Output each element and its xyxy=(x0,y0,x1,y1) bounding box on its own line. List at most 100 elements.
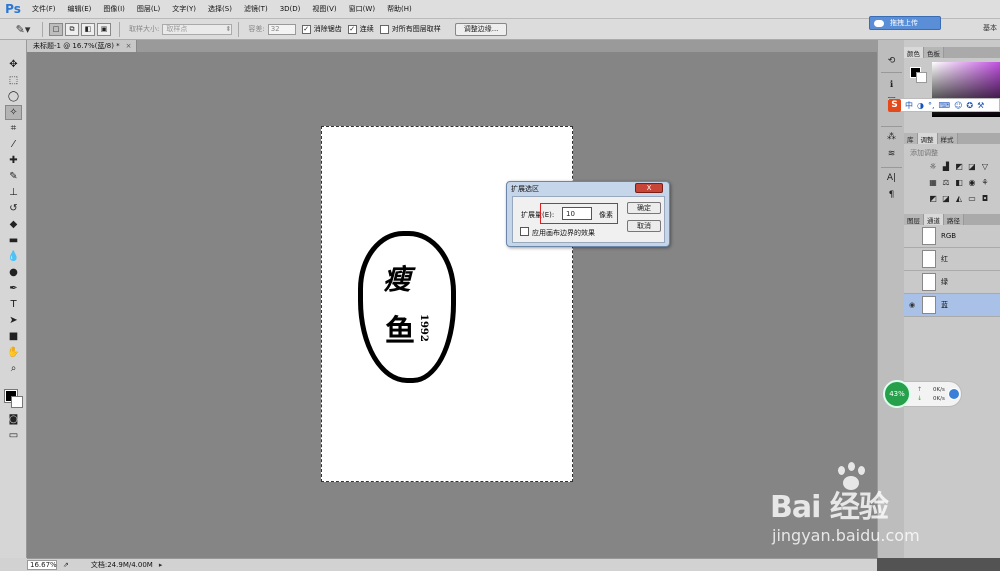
posterize-icon[interactable]: ◪ xyxy=(941,194,951,203)
clone-stamp-tool-icon[interactable]: ⊥ xyxy=(5,185,22,200)
channel-row-red[interactable]: 红 xyxy=(904,248,1000,271)
background-color-swatch[interactable] xyxy=(11,396,23,408)
user-icon[interactable]: ☺ xyxy=(954,101,962,110)
path-selection-tool-icon[interactable]: ➤ xyxy=(5,313,22,328)
close-icon[interactable]: X xyxy=(635,183,663,193)
curves-icon[interactable]: ◩ xyxy=(954,162,964,171)
document-canvas[interactable]: 瘦 鱼 1992 xyxy=(321,126,573,482)
gradient-map-icon[interactable]: ▭ xyxy=(967,194,977,203)
paragraph-icon[interactable]: ¶ xyxy=(884,188,899,202)
panel-background-swatch[interactable] xyxy=(916,72,927,83)
tolerance-input[interactable]: 32 xyxy=(267,23,296,35)
marquee-tool-icon[interactable]: ⬚ xyxy=(5,73,22,88)
magic-wand-preset-icon[interactable]: ✎▾ xyxy=(10,20,36,38)
blur-tool-icon[interactable]: 💧 xyxy=(5,249,22,264)
drag-upload-button[interactable]: 拖拽上传 xyxy=(869,16,941,30)
skin-icon[interactable]: ✪ xyxy=(966,101,973,110)
all-layers-checkbox[interactable] xyxy=(379,24,389,34)
status-menu-arrow-icon[interactable]: ▸ xyxy=(159,561,163,569)
menu-select[interactable]: 选择(S) xyxy=(202,4,238,14)
ok-button[interactable]: 确定 xyxy=(627,202,661,214)
menu-image[interactable]: 图像(I) xyxy=(97,4,131,14)
moon-icon[interactable]: ◑ xyxy=(917,101,924,110)
magic-wand-tool-icon[interactable]: ✧ xyxy=(5,105,22,120)
history-icon[interactable]: ⟲ xyxy=(884,54,899,68)
menu-view[interactable]: 视图(V) xyxy=(306,4,342,14)
contiguous-checkbox[interactable]: ✓ xyxy=(347,24,357,34)
info-icon[interactable]: ℹ xyxy=(884,78,899,92)
eraser-tool-icon[interactable]: ◆ xyxy=(5,217,22,232)
zoom-tool-icon[interactable]: ⌕ xyxy=(5,361,22,376)
visibility-toggle[interactable] xyxy=(906,253,918,265)
hue-saturation-icon[interactable]: ▦ xyxy=(928,178,938,187)
brightness-icon[interactable]: ☼ xyxy=(928,162,938,171)
refine-edge-button[interactable]: 调整边缘... xyxy=(454,22,508,36)
menu-layer[interactable]: 图层(L) xyxy=(131,4,166,14)
cancel-button[interactable]: 取消 xyxy=(627,220,661,232)
eyedropper-tool-icon[interactable]: ⁄ xyxy=(5,137,22,152)
crop-tool-icon[interactable]: ⌗ xyxy=(5,121,22,136)
lasso-tool-icon[interactable]: ◯ xyxy=(5,89,22,104)
subtract-selection-icon[interactable]: ◧ xyxy=(81,22,95,36)
photo-filter-icon[interactable]: ◉ xyxy=(967,178,977,187)
brush-preset-icon[interactable]: ⁂ xyxy=(884,130,899,144)
menu-type[interactable]: 文字(Y) xyxy=(166,4,202,14)
apply-canvas-bounds-checkbox[interactable] xyxy=(520,227,529,236)
add-selection-icon[interactable]: ⧉ xyxy=(65,22,79,36)
screen-mode-icon[interactable]: ▭ xyxy=(5,428,22,443)
sample-size-select[interactable]: 取样点 ⬍ xyxy=(162,23,233,35)
document-tab[interactable]: 未标题-1 @ 16.7%(蓝/8) * × xyxy=(27,40,137,52)
tab-libraries[interactable]: 库 xyxy=(904,133,918,144)
dodge-tool-icon[interactable]: ● xyxy=(5,265,22,280)
gradient-tool-icon[interactable]: ▬ xyxy=(5,233,22,248)
levels-icon[interactable]: ▟ xyxy=(941,162,951,171)
tab-swatches[interactable]: 色板 xyxy=(924,47,944,58)
share-icon[interactable]: ⇗ xyxy=(63,561,69,569)
vibrance-icon[interactable]: ▽ xyxy=(980,162,990,171)
threshold-icon[interactable]: ◭ xyxy=(954,194,964,203)
brush-tool-icon[interactable]: ✎ xyxy=(5,169,22,184)
tab-adjustments[interactable]: 调整 xyxy=(917,133,938,144)
menu-filter[interactable]: 滤镜(T) xyxy=(238,4,274,14)
invert-icon[interactable]: ◩ xyxy=(928,194,938,203)
healing-brush-tool-icon[interactable]: ✚ xyxy=(5,153,22,168)
channel-row-rgb[interactable]: RGB xyxy=(904,225,1000,248)
history-brush-tool-icon[interactable]: ↺ xyxy=(5,201,22,216)
channel-row-green[interactable]: 绿 xyxy=(904,271,1000,294)
black-white-icon[interactable]: ◧ xyxy=(954,178,964,187)
character-icon[interactable]: A| xyxy=(884,171,899,185)
rectangle-tool-icon[interactable]: ■ xyxy=(5,329,22,344)
pen-tool-icon[interactable]: ✒ xyxy=(5,281,22,296)
visibility-toggle[interactable] xyxy=(906,276,918,288)
menu-edit[interactable]: 编辑(E) xyxy=(62,4,98,14)
tab-layers[interactable]: 图层 xyxy=(904,214,924,225)
menu-file[interactable]: 文件(F) xyxy=(26,4,62,14)
selective-color-icon[interactable]: ◘ xyxy=(980,194,990,203)
visibility-toggle[interactable] xyxy=(906,230,918,242)
antialias-checkbox[interactable]: ✓ xyxy=(301,24,311,34)
exposure-icon[interactable]: ◪ xyxy=(967,162,977,171)
sogou-logo-icon[interactable]: S xyxy=(888,98,901,112)
new-selection-icon[interactable]: □ xyxy=(49,22,63,36)
channel-mixer-icon[interactable]: ⚘ xyxy=(980,178,990,187)
tab-styles[interactable]: 样式 xyxy=(937,133,958,144)
menu-help[interactable]: 帮助(H) xyxy=(381,4,418,14)
intersect-selection-icon[interactable]: ▣ xyxy=(97,22,111,36)
canvas-area[interactable]: 瘦 鱼 1992 xyxy=(27,52,877,558)
tab-paths[interactable]: 路径 xyxy=(944,214,964,225)
ime-mode-label[interactable]: 中 xyxy=(905,100,913,111)
tab-channels[interactable]: 通道 xyxy=(924,214,944,225)
zoom-level-input[interactable]: 16.67% xyxy=(27,560,57,570)
quick-mask-icon[interactable]: ◙ xyxy=(5,412,22,427)
color-balance-icon[interactable]: ⚖ xyxy=(941,178,951,187)
eye-icon[interactable]: ◉ xyxy=(906,299,918,311)
network-speed-widget[interactable]: 43% ↑ 0K/s ↓ 0K/s xyxy=(883,380,962,408)
close-icon[interactable]: × xyxy=(126,42,132,50)
menu-window[interactable]: 窗口(W) xyxy=(343,4,381,14)
keyboard-icon[interactable]: ⌨ xyxy=(939,101,951,110)
move-tool-icon[interactable]: ✥ xyxy=(5,57,22,72)
channel-row-blue[interactable]: ◉ 蓝 xyxy=(904,294,1000,317)
punctuation-icon[interactable]: °, xyxy=(928,101,935,110)
type-tool-icon[interactable]: T xyxy=(5,297,22,312)
hand-tool-icon[interactable]: ✋ xyxy=(5,345,22,360)
